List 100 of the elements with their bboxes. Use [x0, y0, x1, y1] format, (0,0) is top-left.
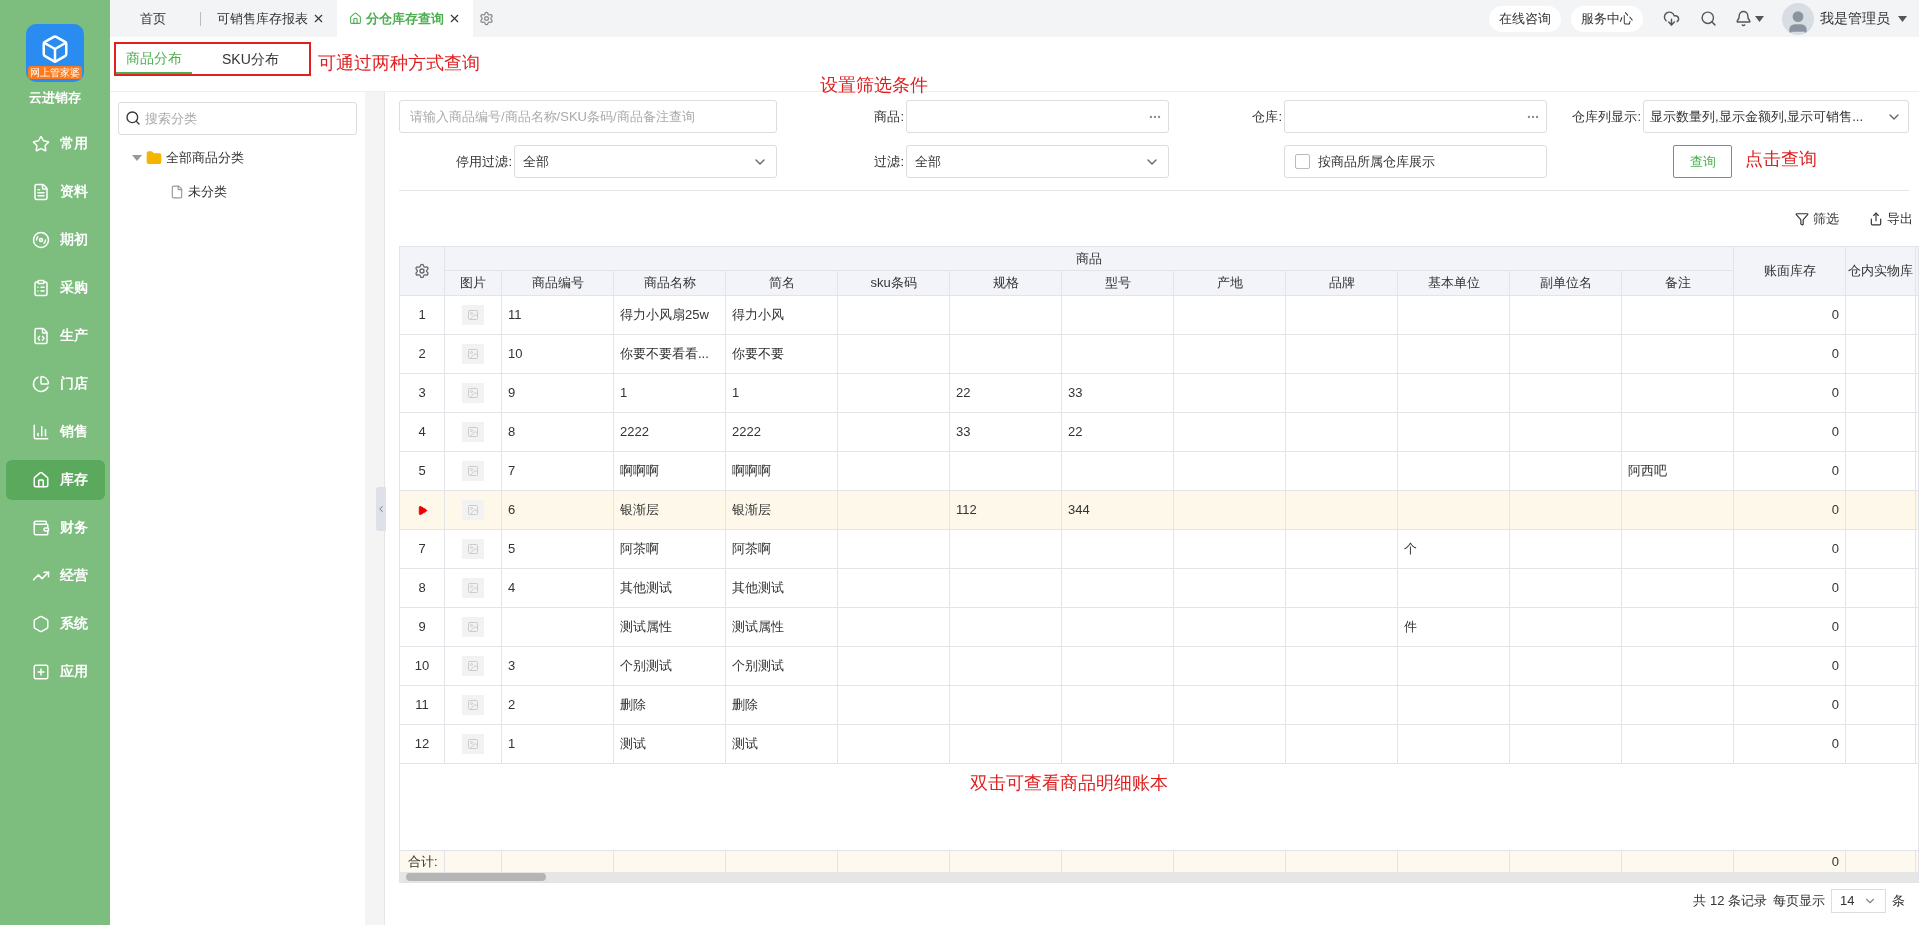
column-header[interactable]: 仓内实物库 — [1846, 247, 1916, 295]
scrollbar-thumb[interactable] — [406, 873, 546, 881]
image-icon — [467, 426, 479, 438]
total-label: 合计: — [408, 852, 438, 871]
tree-item[interactable]: 全部商品分类 — [166, 148, 244, 168]
horizontal-scrollbar[interactable] — [400, 872, 1918, 882]
image-icon — [467, 387, 479, 399]
column-header[interactable]: 商品名称 — [614, 271, 726, 295]
table-cell-text: 0 — [1831, 696, 1839, 715]
table-row[interactable]: 10 3 个别测试 个别测试 0 — [400, 647, 1918, 686]
header-button[interactable]: 在线咨询 — [1489, 5, 1561, 32]
search-field[interactable]: 请输入商品编号/商品名称/SKU条码/商品备注查询 — [399, 100, 777, 133]
table-row[interactable]: 8 4 其他测试 其他测试 0 — [400, 569, 1918, 608]
table-cell-text: 测试 — [620, 735, 646, 754]
app-name: 云进销存 — [29, 89, 81, 107]
page-tab[interactable]: 首页 — [110, 0, 196, 37]
field-label: 停用过滤: — [456, 152, 512, 171]
row-number: 10 — [414, 657, 430, 676]
warehouse-field[interactable] — [1284, 100, 1547, 133]
export-icon — [1869, 211, 1883, 226]
table-row[interactable]: 7 5 阿茶啊 阿茶啊 个 0 — [400, 530, 1918, 569]
table-cell-text: 22 — [1068, 423, 1083, 442]
row-number: 1 — [418, 306, 426, 325]
close-icon[interactable] — [312, 12, 325, 25]
table-cell-text: 2222 — [732, 423, 761, 442]
table-cell-text: 7 — [508, 462, 516, 481]
table-row[interactable]: 1 11 得力小风扇25w 得力小风 0 — [400, 296, 1918, 335]
column-header[interactable]: 规格 — [950, 271, 1062, 295]
table-cell-text: 0 — [1831, 657, 1839, 676]
column-header[interactable]: 副单位名 — [1510, 271, 1622, 295]
settings-icon[interactable] — [414, 263, 430, 279]
image-icon — [467, 465, 479, 477]
checkbox[interactable] — [1295, 154, 1310, 169]
chevron-left-icon — [376, 503, 386, 514]
table-cell-text: 33 — [1068, 384, 1083, 403]
column-header[interactable]: 备注 — [1622, 271, 1734, 295]
category-search-field[interactable]: 搜索分类 — [118, 102, 357, 135]
checkbox-field[interactable]: 按商品所属仓库展示 — [1284, 145, 1547, 178]
row-number: 12 — [414, 735, 430, 754]
header-button[interactable]: 服务中心 — [1571, 5, 1643, 32]
image-icon — [467, 582, 479, 594]
filter-select[interactable]: 全部 — [906, 145, 1169, 178]
row-number: 7 — [418, 540, 426, 559]
collapse-handle[interactable] — [376, 486, 386, 531]
column-header[interactable]: 基本单位 — [1398, 271, 1510, 295]
view-tab[interactable]: SKU分布 — [212, 44, 289, 74]
product-field[interactable] — [906, 100, 1169, 133]
table-cell-text: 阿西吧 — [1628, 462, 1667, 481]
image-icon — [467, 543, 479, 555]
nav-icon — [31, 182, 50, 201]
bell-icon[interactable] — [1735, 10, 1752, 27]
nav-icon — [31, 614, 50, 633]
table-cell-text: 测试属性 — [732, 618, 784, 637]
column-header[interactable]: 简名 — [726, 271, 838, 295]
search-icon[interactable] — [1700, 10, 1717, 27]
search-icon — [125, 110, 141, 126]
page-size-select[interactable]: 14 — [1831, 889, 1886, 913]
annotation-text: 设置筛选条件 — [820, 74, 928, 97]
tree-item[interactable]: 未分类 — [188, 182, 227, 202]
nav-icon — [31, 134, 50, 153]
table-cell-text: 阿茶啊 — [732, 540, 771, 559]
column-header[interactable]: 产地 — [1174, 271, 1286, 295]
table-cell-text: 1 — [508, 735, 516, 754]
toolbar-button[interactable]: 筛选 — [1795, 208, 1839, 229]
cloud-download-icon[interactable] — [1663, 10, 1680, 27]
table-row[interactable]: 2 10 你要不要看看... 你要不要 0 — [400, 335, 1918, 374]
column-header[interactable]: 账面库存 — [1734, 247, 1846, 295]
table-cell-text: 0 — [1831, 423, 1839, 442]
column-header[interactable]: 品牌 — [1286, 271, 1398, 295]
table-row[interactable]: 6 银渐层 银渐层 112 344 0 — [400, 491, 1918, 530]
nav-icon — [31, 326, 50, 345]
table-row[interactable]: 3 9 1 1 22 33 0 — [400, 374, 1918, 413]
record-count: 共 12 条记录 — [1693, 892, 1767, 911]
table-cell-text: 啊啊啊 — [732, 462, 771, 481]
column-header[interactable]: sku条码 — [838, 271, 950, 295]
table-cell-text: 0 — [1831, 735, 1839, 754]
table-cell-text: 10 — [508, 345, 523, 364]
column-header[interactable]: 商品编号 — [502, 271, 614, 295]
page-tab[interactable]: 可销售库存报表 — [205, 0, 337, 37]
table-row[interactable]: 11 2 删除 删除 0 — [400, 686, 1918, 725]
caret-icon[interactable] — [1755, 15, 1764, 22]
logo-badge: 网上管家婆 — [28, 66, 82, 79]
settings-icon[interactable] — [479, 11, 494, 26]
table-cell-text: 你要不要看看... — [620, 345, 709, 364]
file-icon — [170, 185, 184, 199]
user-name[interactable]: 我是管理员 — [1820, 8, 1890, 29]
column-display-select[interactable]: 显示数量列,显示金额列,显示可销售... — [1643, 100, 1909, 133]
table-cell-text: 0 — [1831, 540, 1839, 559]
table-row[interactable]: 4 8 2222 2222 33 22 0 — [400, 413, 1918, 452]
caret-icon[interactable] — [1898, 15, 1907, 22]
image-icon — [467, 348, 479, 360]
table-row[interactable]: 12 1 测试 测试 0 — [400, 725, 1918, 764]
column-header[interactable]: 型号 — [1062, 271, 1174, 295]
expanded-caret-icon[interactable] — [132, 153, 142, 163]
table-row[interactable]: 9 测试属性 测试属性 件 0 — [400, 608, 1918, 647]
close-icon[interactable] — [448, 12, 461, 25]
current-row-marker-icon — [416, 504, 428, 516]
toolbar-button[interactable]: 导出 — [1869, 208, 1913, 229]
column-header[interactable]: 图片 — [445, 271, 502, 295]
table-cell-text: 得力小风扇25w — [620, 306, 709, 325]
